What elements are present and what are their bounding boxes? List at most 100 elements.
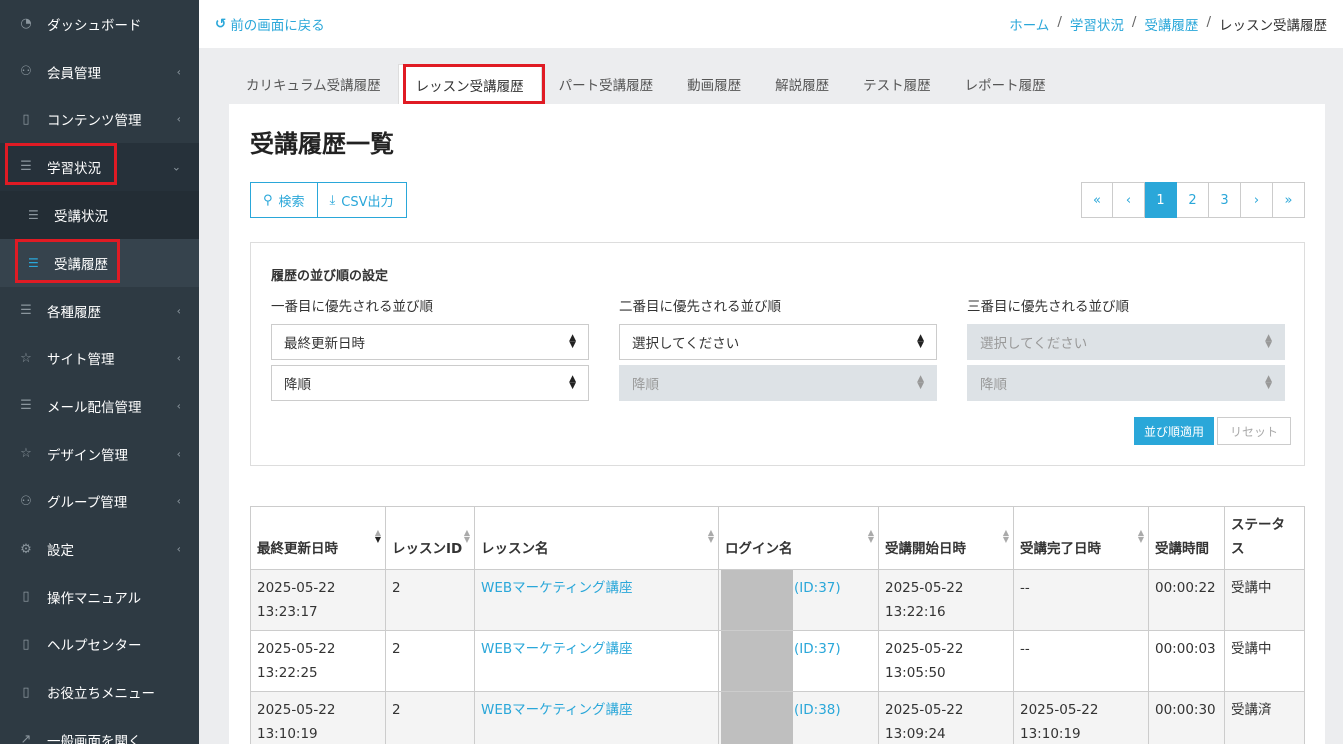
pager-last[interactable]: » (1273, 182, 1305, 218)
pager-next[interactable]: › (1241, 182, 1273, 218)
sort-icon: ▲ ▼ (374, 528, 381, 544)
cell-lesson-name: WEBマーケティング講座 (474, 691, 719, 744)
sidebar-item-help[interactable]: ▯ ヘルプセンター (0, 621, 199, 669)
column-header-start[interactable]: 受講開始日時 ▲ ▼ (878, 506, 1014, 570)
sidebar-item-settings[interactable]: ⚙ 設定 ‹ (0, 525, 199, 573)
sidebar-item-useful[interactable]: ▯ お役立ちメニュー (0, 668, 199, 716)
chevron-left-icon: ‹ (176, 65, 181, 79)
lesson-link[interactable]: WEBマーケティング講座 (481, 641, 633, 657)
sidebar-item-open-general[interactable]: ↗ 一般画面を開く (0, 716, 199, 744)
sidebar-item-mail[interactable]: ☰ メール配信管理 ‹ (0, 382, 199, 430)
action-buttons: ⚲ 検索 ⤓ CSV出力 (250, 182, 407, 218)
star-icon: ☆ (20, 446, 32, 462)
header-label: レッスンID (392, 541, 463, 557)
pager-prev[interactable]: ‹ (1113, 182, 1145, 218)
users-icon: ⚇ (20, 493, 32, 509)
tab-explanation-history[interactable]: 解説履歴 (758, 64, 846, 104)
sidebar-item-members[interactable]: ⚇ 会員管理 ‹ (0, 48, 199, 96)
back-link[interactable]: ↺ 前の画面に戻る (215, 14, 325, 34)
pager-page-1[interactable]: 1 (1145, 182, 1177, 218)
page-title: 受講履歴一覧 (250, 130, 394, 158)
column-header-lesson-name[interactable]: レッスン名 ▲ ▼ (474, 506, 719, 570)
star-icon: ☆ (20, 350, 32, 366)
pager-page-2[interactable]: 2 (1177, 182, 1209, 218)
sidebar-item-history[interactable]: ☰ 各種履歴 ‹ (0, 287, 199, 335)
breadcrumb-separator: / (1131, 14, 1137, 30)
main-panel: 受講履歴一覧 ⚲ 検索 ⤓ CSV出力 « ‹ 1 2 3 › » 履歴の並び順… (229, 104, 1325, 744)
sidebar-item-label: ダッシュボード (47, 17, 142, 34)
header-label: レッスン名 (481, 541, 549, 557)
sort-col1-field-select[interactable]: 最終更新日時 ▲ ▼ (271, 324, 589, 360)
breadcrumb-attendance-history[interactable]: 受講履歴 (1144, 14, 1198, 34)
table-row: 2025-05-22 13:22:25 2 WEBマーケティング講座 (ID:3… (250, 630, 1305, 692)
sort-col2-field-select[interactable]: 選択してください ▲ ▼ (619, 324, 937, 360)
tab-curriculum-history[interactable]: カリキュラム受講履歴 (229, 64, 398, 104)
apply-sort-button[interactable]: 並び順適用 (1134, 417, 1215, 445)
list-icon: ☰ (28, 255, 39, 270)
sort-icon: ▲ ▼ (463, 528, 470, 544)
redacted-block (721, 692, 793, 744)
search-button[interactable]: ⚲ 検索 (250, 182, 318, 218)
redacted-block (721, 570, 793, 630)
download-icon: ⤓ (329, 192, 336, 208)
top-bar: ↺ 前の画面に戻る ホーム / 学習状況 / 受講履歴 / レッスン受講履歴 (199, 0, 1343, 48)
header-label: 受講開始日時 (885, 541, 966, 557)
column-header-updated[interactable]: 最終更新日時 ▲ ▼ (250, 506, 386, 570)
select-value: 選択してください (632, 336, 740, 352)
tab-lesson-history[interactable]: レッスン受講履歴 (397, 64, 542, 104)
select-value: 選択してください (980, 336, 1088, 352)
header-label: ステータス (1231, 517, 1285, 557)
cell-end: 2025-05-22 13:10:19 (1013, 691, 1149, 744)
sidebar-item-label: メール配信管理 (47, 399, 142, 416)
book-icon: ▯ (22, 111, 30, 127)
header-label: 最終更新日時 (257, 541, 338, 557)
lesson-link[interactable]: WEBマーケティング講座 (481, 702, 633, 718)
sidebar-item-design[interactable]: ☆ デザイン管理 ‹ (0, 430, 199, 478)
sidebar-item-dashboard[interactable]: ◔ ダッシュボード (0, 0, 199, 48)
cell-duration: 00:00:03 (1148, 630, 1225, 692)
cell-lesson-id: 2 (385, 569, 475, 631)
sort-col1-order-select[interactable]: 降順 ▲ ▼ (271, 365, 589, 401)
sidebar-item-manual[interactable]: ▯ 操作マニュアル (0, 573, 199, 621)
column-header-end[interactable]: 受講完了日時 ▲ ▼ (1013, 506, 1149, 570)
tab-report-history[interactable]: レポート履歴 (948, 64, 1063, 104)
csv-export-button[interactable]: ⤓ CSV出力 (317, 182, 407, 218)
pager-page-3[interactable]: 3 (1209, 182, 1241, 218)
breadcrumb-learning-status[interactable]: 学習状況 (1070, 14, 1124, 34)
sidebar-subitem-attendance-history[interactable]: ☰ 受講履歴 (0, 238, 199, 287)
tab-video-history[interactable]: 動画履歴 (670, 64, 758, 104)
select-value: 降順 (980, 377, 1007, 393)
breadcrumb-home[interactable]: ホーム (1009, 14, 1049, 34)
sidebar-item-learning-status[interactable]: ☰ 学習状況 ⌄ (0, 143, 199, 191)
book-icon: ▯ (22, 684, 30, 700)
lesson-link[interactable]: WEBマーケティング講座 (481, 580, 633, 596)
sidebar-item-label: 操作マニュアル (47, 590, 142, 607)
sort-settings-title: 履歴の並び順の設定 (271, 269, 389, 284)
sort-col1-label: 一番目に優先される並び順 (271, 299, 433, 315)
search-icon: ⚲ (263, 192, 273, 208)
list-icon: ☰ (20, 159, 32, 175)
reset-sort-button[interactable]: リセット (1217, 417, 1292, 445)
select-arrows-icon: ▲ ▼ (917, 374, 924, 391)
sidebar-item-contents[interactable]: ▯ コンテンツ管理 ‹ (0, 95, 199, 143)
select-arrows-icon: ▲ ▼ (917, 333, 924, 350)
cell-end: -- (1013, 569, 1149, 631)
column-header-lesson-id[interactable]: レッスンID ▲ ▼ (385, 506, 475, 570)
sidebar-item-groups[interactable]: ⚇ グループ管理 ‹ (0, 478, 199, 526)
sidebar-item-site[interactable]: ☆ サイト管理 ‹ (0, 334, 199, 382)
tab-part-history[interactable]: パート受講履歴 (542, 64, 671, 104)
sidebar-subitem-label: 受講履歴 (54, 256, 108, 273)
sidebar-subitem-attendance-status[interactable]: ☰ 受講状況 (0, 190, 199, 239)
select-value: 最終更新日時 (284, 336, 365, 352)
sidebar-item-label: 会員管理 (47, 65, 101, 82)
cell-status: 受講済 (1224, 691, 1305, 744)
sort-col3-order-select: 降順 ▲ ▼ (967, 365, 1285, 401)
undo-icon: ↺ (215, 16, 227, 32)
cell-end: -- (1013, 630, 1149, 692)
column-header-login[interactable]: ログイン名 ▲ ▼ (718, 506, 879, 570)
chevron-left-icon: ‹ (176, 399, 181, 413)
tab-test-history[interactable]: テスト履歴 (846, 64, 948, 104)
sort-icon: ▲ ▼ (707, 528, 714, 544)
pager-first[interactable]: « (1081, 182, 1113, 218)
gear-icon: ⚙ (20, 541, 32, 557)
